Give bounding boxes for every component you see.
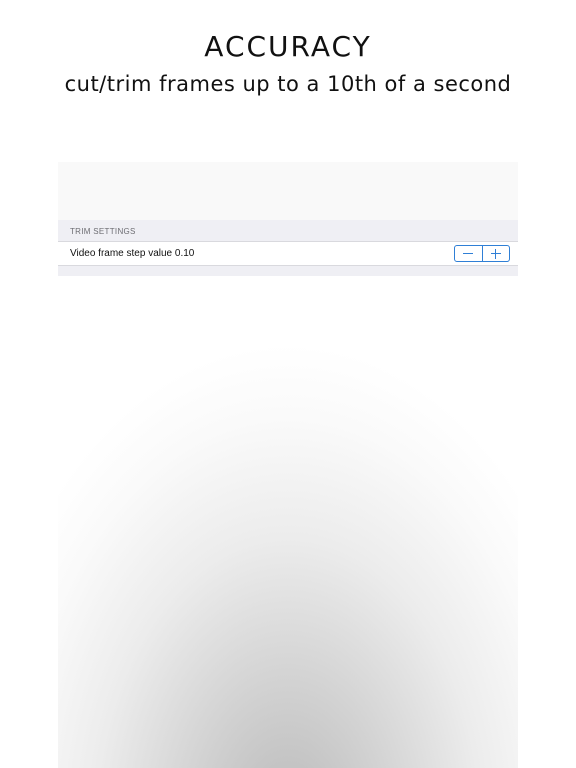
frame-step-label: Video frame step value 0.10 [70,248,195,259]
section-header: TRIM SETTINGS [58,220,518,241]
promo-title: ACCURACY [204,30,372,63]
device-screen: TRIM SETTINGS Video frame step value 0.1… [58,162,518,768]
promo-subtitle: cut/trim frames up to a 10th of a second [64,72,512,96]
section-header-label: TRIM SETTINGS [70,227,136,236]
increment-button[interactable] [481,246,510,261]
section-footer [58,266,518,276]
minus-icon [463,253,474,254]
top-blank-area [58,162,518,220]
plus-icon [490,248,501,259]
frame-step-stepper[interactable] [454,245,510,262]
decrement-button[interactable] [455,246,482,261]
settings-row-frame-step: Video frame step value 0.10 [58,241,518,266]
